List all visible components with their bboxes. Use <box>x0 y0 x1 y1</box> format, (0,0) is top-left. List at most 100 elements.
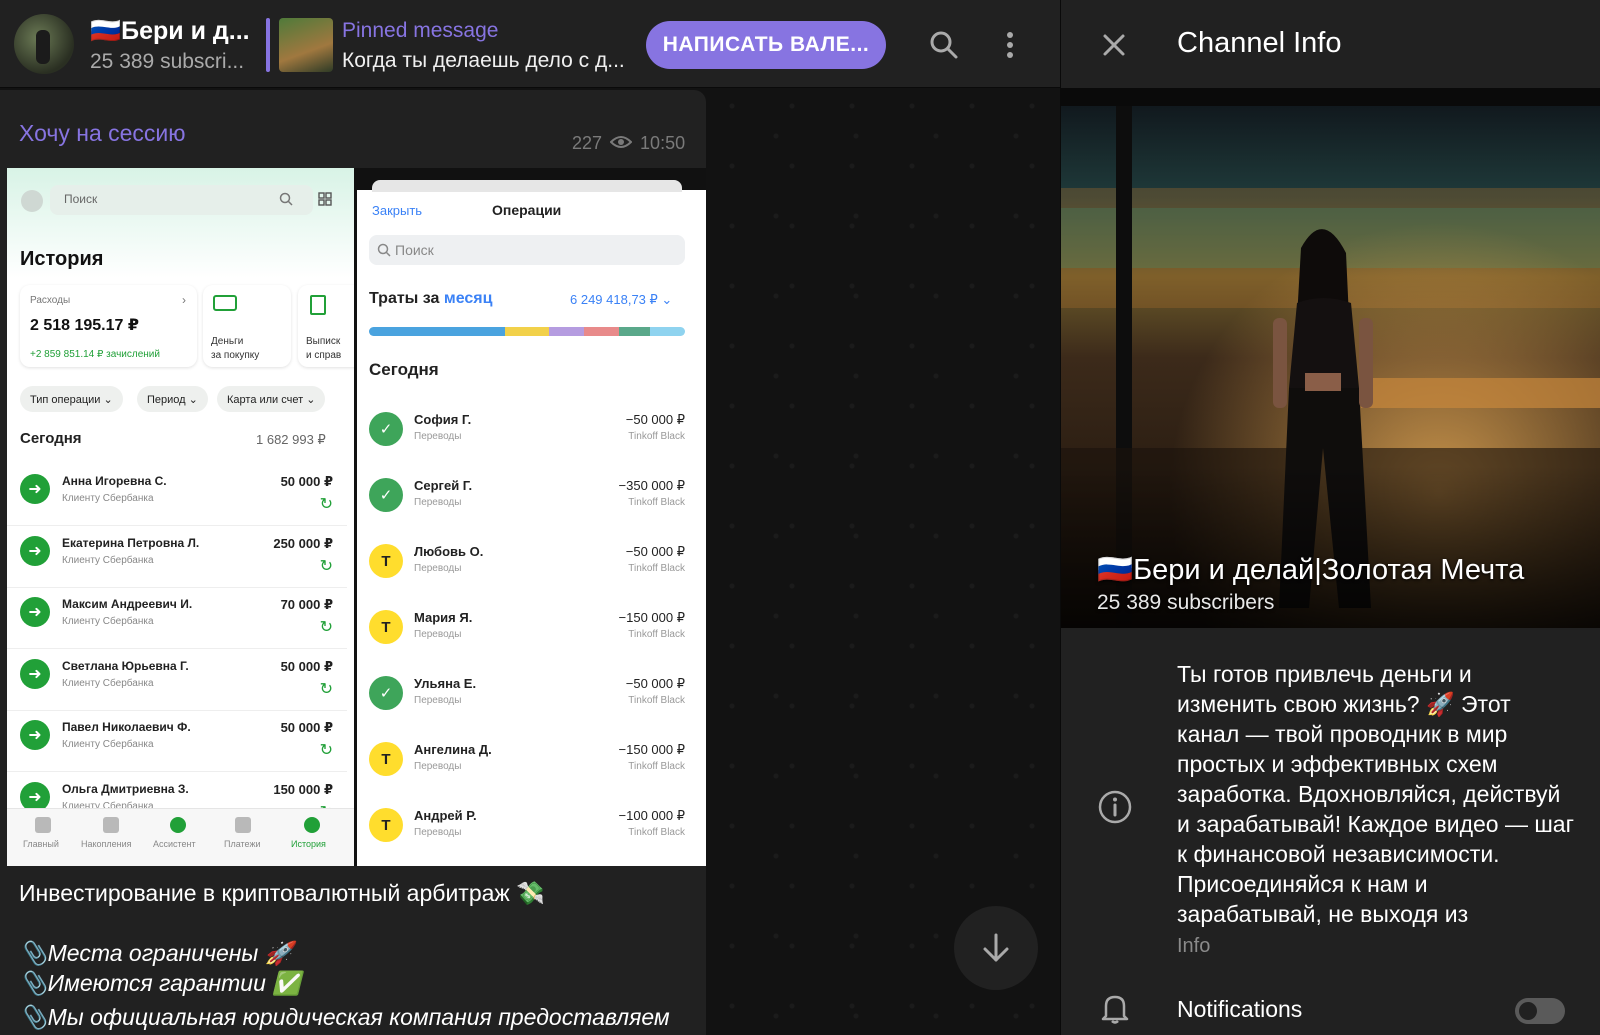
filter-chip-period: Период ⌄ <box>137 386 208 412</box>
document-icon <box>310 295 326 315</box>
tinkoff-row-amount: −50 000 ₽ <box>625 676 685 691</box>
chat-header: 🇷🇺Бери и д... 25 389 subscri... Pinned m… <box>0 0 1060 88</box>
caption-line-2: 📎Имеются гарантии ✅ <box>19 970 301 996</box>
reply-link[interactable]: Хочу на сессию <box>19 120 186 147</box>
sber-row-desc: Клиенту Сбербанка <box>62 739 154 750</box>
sber-row-desc: Клиенту Сбербанка <box>62 616 154 627</box>
tinkoff-row-amount: −50 000 ₽ <box>625 544 685 559</box>
sber-row-amount: 50 000 ₽ <box>280 658 333 674</box>
tinkoff-transaction-row: ✓ София Г. Переводы −50 000 ₽ Tinkoff Black <box>357 406 697 472</box>
channel-cover-photo[interactable]: 🇷🇺Бери и делай|Золотая Мечта 25 389 subs… <box>1061 88 1600 628</box>
tinkoff-row-desc: Переводы <box>414 761 462 772</box>
message-bubble[interactable]: Хочу на сессию 227 10:50 Поиск История Р… <box>0 90 706 1035</box>
cashback-card: Деньги за покупку <box>203 285 291 367</box>
tinkoff-row-name: Сергей Г. <box>414 478 473 493</box>
spend-period: месяц <box>443 290 493 307</box>
tinkoff-transaction-row: T Ангелина Д. Переводы −150 000 ₽ Tinkoff Bl… <box>357 736 697 802</box>
channel-subscriber-count: 25 389 subscribers <box>1097 591 1275 614</box>
statements-label: Выписк и справ <box>306 336 342 361</box>
grid-icon <box>318 192 332 209</box>
tinkoff-logo-icon: T <box>369 544 403 578</box>
sber-transfer-icon: ➜ <box>20 597 50 627</box>
assistant-icon <box>170 817 186 833</box>
spend-prefix: Траты за <box>369 290 444 307</box>
tinkoff-transaction-row: T Андрей Р. Переводы −100 000 ₽ Tinkoff Blac… <box>357 802 697 866</box>
refresh-icon: ↻ <box>319 680 333 698</box>
search-icon[interactable] <box>921 22 967 68</box>
tinkoff-row-card: Tinkoff Black <box>628 497 685 508</box>
caption-line-1: 📎Места ограничены 🚀 <box>19 940 294 966</box>
notifications-toggle-knob <box>1517 1000 1539 1022</box>
channel-avatar[interactable] <box>14 14 74 74</box>
sber-transfer-icon: ➜ <box>20 658 50 689</box>
sber-row-amount: 70 000 ₽ <box>280 597 333 612</box>
pinned-message-label[interactable]: Pinned message <box>342 19 498 43</box>
write-button[interactable]: НАПИСАТЬ ВАЛЕ... <box>646 21 886 69</box>
history-icon <box>304 817 320 833</box>
chevron-right-icon: › <box>182 293 186 307</box>
pinned-message-thumbnail[interactable] <box>279 18 333 72</box>
expenses-label: Расходы <box>30 295 71 306</box>
expenses-value: 2 518 195.17 ₽ <box>30 317 139 334</box>
tinkoff-row-name: София Г. <box>414 412 472 427</box>
tinkoff-row-desc: Переводы <box>414 563 462 574</box>
sber-row-name: Анна Игоревна С. <box>62 474 167 488</box>
tinkoff-transaction-row: ✓ Сергей Г. Переводы −350 000 ₽ Tinkoff Blac… <box>357 472 697 538</box>
tinkoff-row-card: Tinkoff Black <box>628 629 685 640</box>
sber-transfer-icon: ➜ <box>20 781 50 812</box>
statements-card: Выписк и справ <box>298 285 354 367</box>
close-button[interactable] <box>1091 22 1137 68</box>
spend-bar-segment <box>650 327 685 336</box>
eye-icon <box>609 133 633 154</box>
tinkoff-operations-screenshot: Закрыть Операции Поиск Траты за месяц 6 … <box>354 168 706 866</box>
sber-transfer-icon: ➜ <box>20 474 50 504</box>
tinkoff-sheet-edge <box>372 180 682 192</box>
tinkoff-logo-icon: T <box>369 808 403 842</box>
tinkoff-row-name: Мария Я. <box>414 610 473 625</box>
tinkoff-row-desc: Переводы <box>414 695 462 706</box>
message-time: 10:50 <box>640 133 686 153</box>
sber-row-desc: Клиенту Сбербанка <box>62 554 154 566</box>
tinkoff-transaction-row: ✓ Ульяна Е. Переводы −50 000 ₽ Tinkoff Black <box>357 670 697 736</box>
sber-history-screenshot: Поиск История Расходы › 2 518 195.17 ₽ +… <box>7 168 354 866</box>
cover-image <box>1061 88 1600 628</box>
arrow-down-icon <box>983 933 1009 962</box>
tinkoff-logo-icon: T <box>369 742 403 776</box>
tinkoff-row-desc: Переводы <box>414 497 462 508</box>
nav-history: История <box>291 839 326 849</box>
channel-description-label: Info <box>1177 935 1211 957</box>
tinkoff-row-amount: −350 000 ₽ <box>618 478 685 493</box>
check-circle-icon: ✓ <box>369 412 403 446</box>
view-count: 227 <box>572 133 603 153</box>
tinkoff-row-amount: −150 000 ₽ <box>618 742 685 757</box>
message-media[interactable]: Поиск История Расходы › 2 518 195.17 ₽ +… <box>7 168 706 866</box>
check-circle-icon: ✓ <box>369 676 403 710</box>
refresh-icon: ↻ <box>319 619 333 636</box>
channel-subscribers: 25 389 subscri... <box>90 50 245 73</box>
refresh-icon: ↻ <box>319 557 333 575</box>
tinkoff-row-name: Любовь О. <box>414 544 484 559</box>
scroll-down-button[interactable] <box>954 906 1038 990</box>
channel-title[interactable]: 🇷🇺Бери и д... <box>90 17 250 46</box>
tinkoff-row-card: Tinkoff Black <box>628 431 685 442</box>
message-meta: 227 10:50 <box>572 133 685 154</box>
tinkoff-row-card: Tinkoff Black <box>628 761 685 772</box>
notifications-label[interactable]: Notifications <box>1177 996 1302 1023</box>
pinned-message-text[interactable]: Когда ты делаешь дело с д... <box>342 49 625 73</box>
sber-row-amount: 150 000 ₽ <box>273 781 333 797</box>
tinkoff-transaction-row: T Любовь О. Переводы −50 000 ₽ Tinkoff Black <box>357 538 697 604</box>
cashback-label: Деньги за покупку <box>211 336 260 361</box>
sber-row-name: Ольга Дмитриевна З. <box>62 781 189 796</box>
refresh-icon: ↻ <box>319 742 333 759</box>
money-icon <box>213 295 237 311</box>
more-options-icon[interactable] <box>987 22 1033 68</box>
tinkoff-title: Операции <box>492 202 562 218</box>
sber-today-label: Сегодня <box>20 430 82 447</box>
tinkoff-today-label: Сегодня <box>369 360 439 379</box>
tinkoff-row-desc: Переводы <box>414 629 462 640</box>
filter-chip-card: Карта или счет ⌄ <box>217 386 326 412</box>
spend-bar-segment <box>504 327 550 336</box>
tinkoff-spend-bar <box>369 327 685 336</box>
tinkoff-row-name: Ангелина Д. <box>414 742 492 757</box>
notifications-toggle[interactable] <box>1515 998 1565 1024</box>
